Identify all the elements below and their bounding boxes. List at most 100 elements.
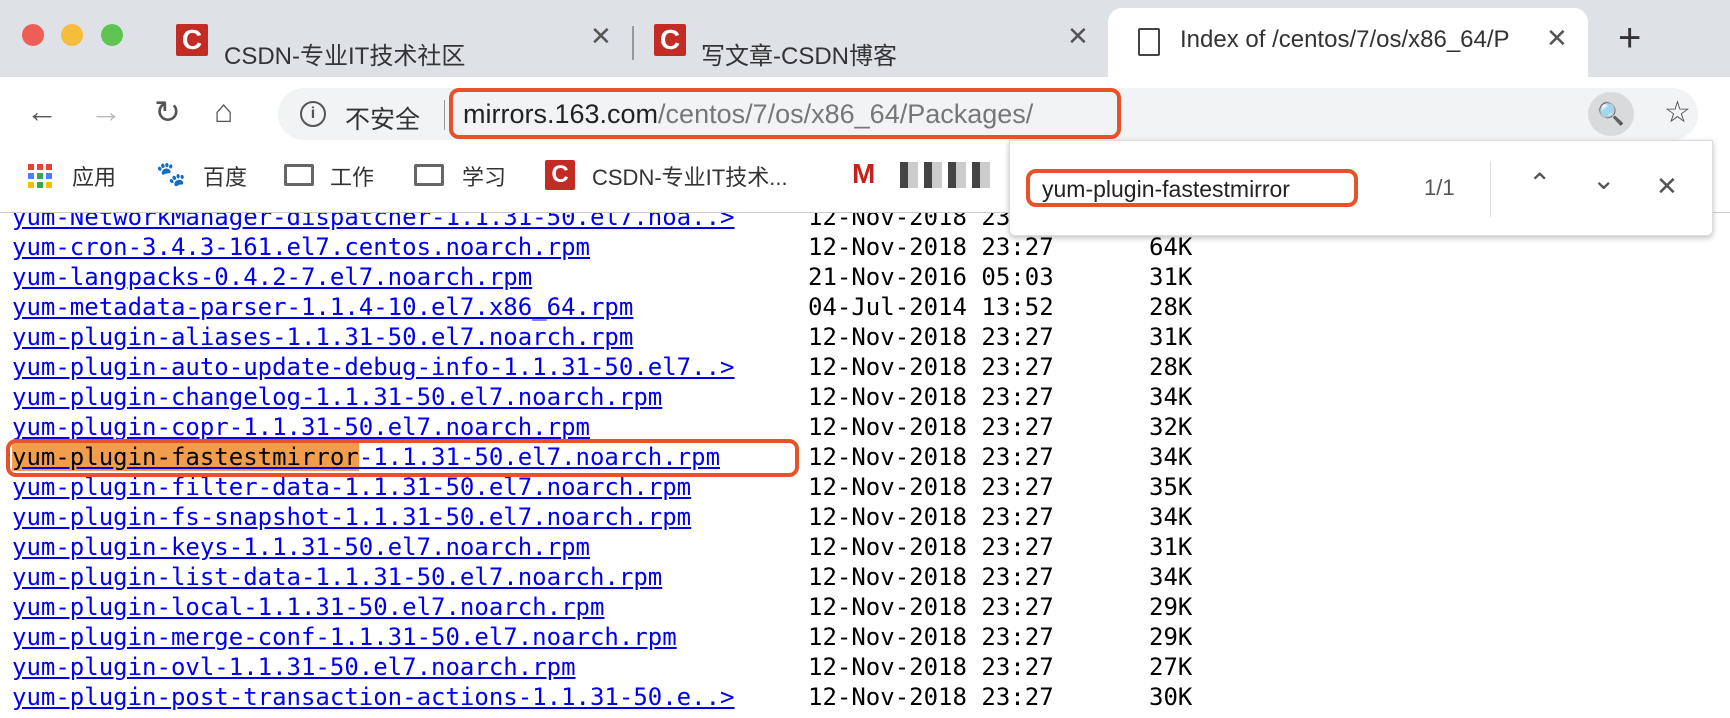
file-row: yum-plugin-changelog-1.1.31-50.el7.noarc… [12, 382, 1192, 412]
file-size: 29K [1149, 593, 1193, 621]
file-size: 31K [1149, 263, 1193, 291]
file-link[interactable]: yum-plugin-auto-update-debug-info-1.1.31… [12, 353, 734, 381]
file-row: yum-plugin-auto-update-debug-info-1.1.31… [12, 352, 1192, 382]
file-row: yum-langpacks-0.4.2-7.el7.noarch.rpm 21-N… [12, 262, 1192, 292]
file-link[interactable]: yum-metadata-parser-1.1.4-10.el7.x86_64.… [12, 293, 633, 321]
file-date: 12-Nov-2018 23:27 [808, 383, 1054, 411]
tab-index-packages[interactable]: Index of /centos/7/os/x86_64/P ✕ [1108, 8, 1588, 80]
tab-write-article[interactable]: C 写文章-CSDN博客 ✕ [645, 12, 1105, 72]
bookmark-star-icon[interactable]: ☆ [1664, 95, 1691, 130]
security-label[interactable]: 不安全 [345, 100, 420, 136]
tab-close-icon[interactable]: ✕ [1067, 21, 1089, 52]
file-size: 31K [1149, 323, 1193, 351]
url-annotation-box [449, 88, 1121, 139]
file-link[interactable]: yum-plugin-post-transaction-actions-1.1.… [12, 683, 734, 711]
file-date: 12-Nov-2018 23:27 [808, 473, 1054, 501]
file-row: yum-plugin-post-transaction-actions-1.1.… [12, 682, 1192, 712]
window-close-button[interactable] [22, 24, 44, 46]
file-row: yum-plugin-copr-1.1.31-50.el7.noarch.rpm… [12, 412, 1192, 442]
file-row: yum-plugin-list-data-1.1.31-50.el7.noarc… [12, 562, 1192, 592]
file-date: 04-Jul-2014 13:52 [808, 293, 1054, 321]
find-in-page-icon[interactable]: 🔍 [1588, 92, 1634, 136]
tab-close-icon[interactable]: ✕ [590, 21, 612, 52]
file-size: 28K [1149, 353, 1193, 381]
file-row: yum-cron-3.4.3-161.el7.centos.noarch.rpm… [12, 232, 1192, 262]
file-date: 21-Nov-2016 05:03 [808, 263, 1054, 291]
window-minimize-button[interactable] [61, 24, 83, 46]
file-size: 34K [1149, 383, 1193, 411]
tab-divider [632, 26, 634, 60]
file-row: yum-plugin-ovl-1.1.31-50.el7.noarch.rpm 1… [12, 652, 1192, 682]
find-bar: yum-plugin-fastestmirror 1/1 ⌃ ⌄ ✕ [1009, 140, 1713, 236]
gmail-icon[interactable]: M [852, 158, 875, 190]
find-previous-icon[interactable]: ⌃ [1528, 167, 1551, 200]
file-link[interactable]: yum-plugin-copr-1.1.31-50.el7.noarch.rpm [12, 413, 590, 441]
file-size: 34K [1149, 503, 1193, 531]
file-size: 27K [1149, 653, 1193, 681]
file-link[interactable]: yum-plugin-fs-snapshot-1.1.31-50.el7.noa… [12, 503, 691, 531]
file-link[interactable]: yum-plugin-list-data-1.1.31-50.el7.noarc… [12, 563, 662, 591]
match-annotation-box [6, 439, 799, 477]
file-link[interactable]: yum-plugin-ovl-1.1.31-50.el7.noarch.rpm [12, 653, 576, 681]
file-date: 12-Nov-2018 23:27 [808, 503, 1054, 531]
file-date: 12-Nov-2018 23:27 [808, 653, 1054, 681]
file-date: 12-Nov-2018 23:27 [808, 683, 1054, 711]
file-date: 12-Nov-2018 23:27 [808, 413, 1054, 441]
file-date: 12-Nov-2018 23:27 [808, 443, 1054, 471]
bookmark-apps[interactable]: 应用 [72, 160, 116, 192]
page-icon [1138, 28, 1160, 56]
bookmark-baidu[interactable]: 百度 [203, 160, 247, 192]
divider [444, 100, 445, 130]
home-button[interactable]: ⌂ [214, 93, 233, 130]
blurred-bookmark[interactable] [900, 162, 995, 188]
file-link[interactable]: yum-plugin-local-1.1.31-50.el7.noarch.rp… [12, 593, 604, 621]
back-button[interactable]: ← [26, 93, 58, 130]
file-link[interactable]: yum-plugin-aliases-1.1.31-50.el7.noarch.… [12, 323, 633, 351]
bookmark-study[interactable]: 学习 [462, 160, 506, 192]
file-row: yum-NetworkManager-dispatcher-1.1.31-50.… [12, 213, 1054, 232]
file-size: 30K [1149, 683, 1193, 711]
file-date: 12-Nov-2018 23:27 [808, 323, 1054, 351]
file-link[interactable]: yum-plugin-merge-conf-1.1.31-50.el7.noar… [12, 623, 677, 651]
window-zoom-button[interactable] [101, 24, 123, 46]
file-size: 34K [1149, 563, 1193, 591]
divider [1490, 161, 1491, 217]
file-link[interactable]: yum-plugin-filter-data-1.1.31-50.el7.noa… [12, 473, 691, 501]
baidu-icon: 🐾 [156, 161, 186, 188]
file-size: 34K [1149, 443, 1193, 471]
csdn-icon: C [654, 24, 686, 56]
tab-csdn[interactable]: C CSDN-专业IT技术社区 ✕ [170, 12, 630, 72]
file-size: 29K [1149, 623, 1193, 651]
info-icon[interactable]: i [300, 101, 326, 127]
find-next-icon[interactable]: ⌄ [1592, 163, 1615, 196]
new-tab-button[interactable]: + [1618, 16, 1641, 61]
apps-icon [28, 164, 52, 188]
file-link[interactable]: yum-langpacks-0.4.2-7.el7.noarch.rpm [12, 263, 532, 291]
tab-close-icon[interactable]: ✕ [1546, 23, 1568, 54]
tab-title: 写文章-CSDN博客 [701, 43, 897, 70]
find-close-icon[interactable]: ✕ [1656, 171, 1678, 202]
find-match-count: 1/1 [1424, 175, 1455, 200]
file-date: 12-Nov-2018 23:27 [808, 593, 1054, 621]
folder-icon [414, 164, 444, 186]
file-date: 12-Nov-2018 23:27 [808, 533, 1054, 561]
file-row: yum-metadata-parser-1.1.4-10.el7.x86_64.… [12, 292, 1192, 322]
csdn-icon: C [176, 24, 208, 56]
tab-strip: C CSDN-专业IT技术社区 ✕ C 写文章-CSDN博客 ✕ Index o… [0, 0, 1730, 80]
csdn-icon: C [545, 160, 575, 190]
bookmark-csdn[interactable]: CSDN-专业IT技术... [592, 160, 788, 192]
file-link[interactable]: yum-NetworkManager-dispatcher-1.1.31-50.… [12, 213, 734, 231]
file-row: yum-plugin-aliases-1.1.31-50.el7.noarch.… [12, 322, 1192, 352]
file-link[interactable]: yum-plugin-changelog-1.1.31-50.el7.noarc… [12, 383, 662, 411]
file-size: 32K [1149, 413, 1193, 441]
file-date: 12-Nov-2018 23:27 [808, 353, 1054, 381]
reload-button[interactable]: ↻ [154, 93, 181, 131]
file-link[interactable]: yum-plugin-keys-1.1.31-50.el7.noarch.rpm [12, 533, 590, 561]
folder-icon [284, 164, 314, 186]
file-size: 64K [1149, 233, 1193, 261]
find-input[interactable]: yum-plugin-fastestmirror [1026, 169, 1358, 207]
bookmark-work[interactable]: 工作 [330, 160, 374, 192]
forward-button[interactable]: → [90, 93, 122, 130]
file-link[interactable]: yum-cron-3.4.3-161.el7.centos.noarch.rpm [12, 233, 590, 261]
file-date: 12-Nov-2018 23:27 [808, 563, 1054, 591]
